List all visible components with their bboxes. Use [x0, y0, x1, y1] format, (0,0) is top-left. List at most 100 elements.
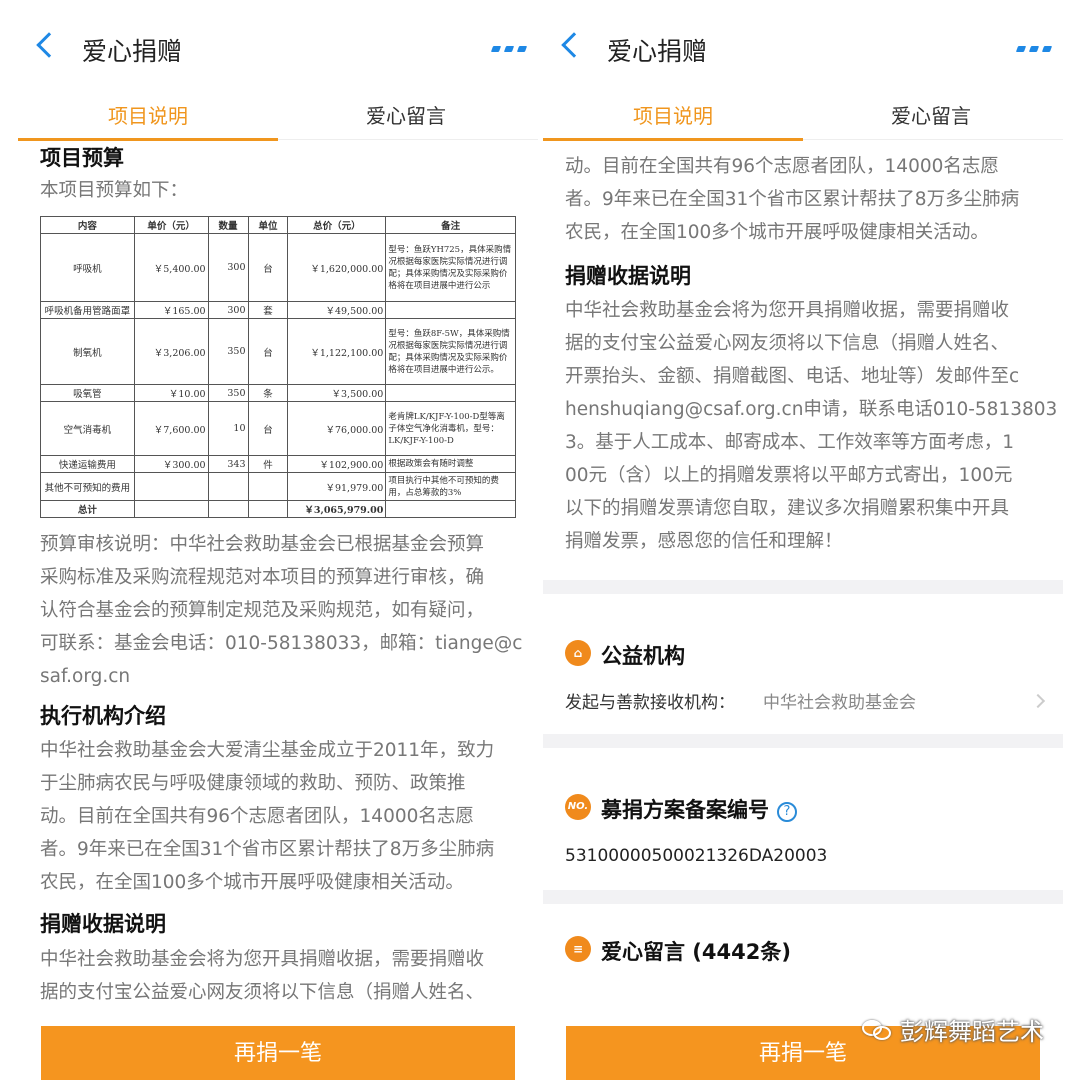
table-cell: ￥91,979.00 [287, 472, 387, 501]
table-cell: 呼吸机备用管路面罩 [40, 301, 135, 319]
table-row: 快递运输费用 ￥300.00 343 件 ￥102,900.00 根据政策会有随… [40, 455, 516, 473]
charity-org-section[interactable]: ⌂ 公益机构 发起与善款接收机构： 中华社会救助基金会 [543, 620, 1063, 730]
number-badge-icon: NO. [565, 794, 591, 820]
budget-table: 内容 单价（元） 数量 单位 总价（元） 备注 呼吸机 ￥5,400.00 30… [40, 216, 516, 518]
table-cell: 型号：鱼跃8F-5W，具体采购情况根据每家医院实际情况进行调配；具体采购情况及实… [385, 318, 516, 385]
table-cell: 件 [247, 455, 289, 473]
back-chevron-icon[interactable] [36, 32, 62, 58]
receipt-text: 中华社会救助基金会将为您开具捐赠收据，需要捐赠收 据的支付宝公益爱心网友须将以下… [565, 294, 1059, 558]
tab-project-description[interactable]: 项目说明 [633, 100, 713, 129]
total-label: 总计 [40, 500, 135, 518]
receipt-title: 捐赠收据说明 [565, 264, 691, 288]
tab-bar: 项目说明 爱心留言 [543, 88, 1063, 141]
text-line: 农民，在全国100多个城市开展呼吸健康相关活动。 [565, 222, 989, 243]
section-divider [543, 734, 1063, 748]
help-question-icon[interactable]: ? [777, 802, 797, 822]
audit-description: 预算审核说明：中华社会救助基金会已根据基金会预算 采购标准及采购流程规范对本项目… [40, 528, 530, 693]
table-cell [133, 472, 209, 501]
table-row: 吸氧管 ￥10.00 350 条 ￥3,500.00 [40, 384, 516, 402]
text-line: 据的支付宝公益爱心网友须将以下信息（捐赠人姓名、 [40, 982, 485, 1003]
text-line: 者。9年来已在全国31个省市区累计帮扶了8万多尘肺病 [40, 839, 495, 860]
budget-intro: 本项目预算如下： [40, 180, 189, 201]
table-cell [385, 500, 516, 518]
text-line: 捐赠发票，感恩您的信任和理解！ [565, 531, 843, 552]
text-line: 可联系：基金会电话：010-58138033，邮箱：tiange@c [40, 633, 523, 654]
text-line: 农民，在全国100多个城市开展呼吸健康相关活动。 [40, 872, 464, 893]
text-line: 3。基于人工成本、邮寄成本、工作效率等方面考虑，1 [565, 432, 1015, 453]
table-cell: ￥3,500.00 [287, 384, 387, 402]
more-dots-icon[interactable] [490, 46, 528, 54]
active-tab-indicator [543, 138, 803, 141]
table-cell: 台 [247, 233, 289, 302]
table-cell [385, 384, 516, 402]
table-cell [247, 500, 289, 518]
table-row: 制氧机 ￥3,206.00 350 台 ￥1,122,100.00 型号：鱼跃8… [40, 318, 516, 385]
text-line: 预算审核说明：中华社会救助基金会已根据基金会预算 [40, 534, 485, 555]
watermark: 彭辉舞蹈艺术 [862, 1012, 1044, 1047]
table-header: 内容 [40, 216, 135, 234]
text-line: 认符合基金会的预算制定规范及采购规范，如有疑问， [40, 600, 485, 621]
table-cell: 型号：鱼跃YH725，具体采购情况根据每家医院实际情况进行调配；具体采购情况及实… [385, 233, 516, 302]
institution-icon: ⌂ [565, 640, 591, 666]
table-cell: 空气消毒机 [40, 401, 135, 456]
table-cell: 台 [247, 318, 289, 385]
filing-number-section: NO. 募捐方案备案编号? 53100000500021326DA20003 [543, 776, 1063, 886]
page-title: 爱心捐赠 [82, 37, 183, 66]
filing-number: 53100000500021326DA20003 [565, 846, 828, 866]
table-cell: ￥76,000.00 [287, 401, 387, 456]
org-label: 发起与善款接收机构： [565, 693, 735, 713]
more-dots-icon[interactable] [1015, 46, 1053, 54]
text-line: saf.org.cn [40, 666, 131, 687]
table-header: 备注 [385, 216, 516, 234]
filing-title-wrap: 募捐方案备案编号? [601, 794, 797, 824]
messages-section[interactable]: ≡ 爱心留言 (4442条) [543, 930, 1063, 990]
table-cell: 350 [207, 318, 249, 385]
table-header: 总价（元） [287, 216, 387, 234]
table-cell: ￥49,500.00 [287, 301, 387, 319]
table-total-row: 总计 ￥3,065,979.00 [40, 500, 516, 518]
table-header: 数量 [207, 216, 249, 234]
table-row: 呼吸机备用管路面罩 ￥165.00 300 套 ￥49,500.00 [40, 301, 516, 319]
table-cell: 条 [247, 384, 289, 402]
table-cell: 套 [247, 301, 289, 319]
text-line: 据的支付宝公益爱心网友须将以下信息（捐赠人姓名、 [565, 333, 1010, 354]
right-screen: 爱心捐赠 项目说明 爱心留言 动。目前在全国共有96个志愿者团队，14000名志… [543, 0, 1063, 1080]
table-header-row: 内容 单价（元） 数量 单位 总价（元） 备注 [40, 216, 516, 234]
org-intro-text-continued: 动。目前在全国共有96个志愿者团队，14000名志愿 者。9年来已在全国31个省… [565, 150, 1059, 249]
table-cell [247, 472, 289, 501]
org-value: 中华社会救助基金会 [763, 693, 916, 713]
table-row: 空气消毒机 ￥7,600.00 10 台 ￥76,000.00 老肯牌LK/KJ… [40, 401, 516, 456]
text-line: 00元（含）以上的捐赠发票将以平邮方式寄出，100元 [565, 465, 1013, 486]
budget-title: 项目预算 [40, 146, 124, 170]
tab-messages[interactable]: 爱心留言 [891, 100, 971, 129]
table-cell [385, 301, 516, 319]
text-line: 动。目前在全国共有96个志愿者团队，14000名志愿 [565, 156, 999, 177]
donate-again-button[interactable]: 再捐一笔 [41, 1026, 515, 1080]
table-cell: 300 [207, 301, 249, 319]
table-cell: ￥102,900.00 [287, 455, 387, 473]
tab-project-description[interactable]: 项目说明 [108, 100, 188, 129]
text-line: 者。9年来已在全国31个省市区累计帮扶了8万多尘肺病 [565, 189, 1020, 210]
table-cell: ￥1,620,000.00 [287, 233, 387, 302]
table-cell: 快递运输费用 [40, 455, 135, 473]
back-chevron-icon[interactable] [561, 32, 587, 58]
table-cell: ￥1,122,100.00 [287, 318, 387, 385]
text-line: 以下的捐赠发票请您自取，建议多次捐赠累积集中开具 [565, 498, 1010, 519]
table-cell: 350 [207, 384, 249, 402]
table-header: 单价（元） [133, 216, 209, 234]
receipt-text: 中华社会救助基金会将为您开具捐赠收据，需要捐赠收 据的支付宝公益爱心网友须将以下… [40, 943, 530, 1009]
table-row: 其他不可预知的费用 ￥91,979.00 项目执行中其他不可预知的费用，占总筹款… [40, 472, 516, 501]
table-cell: ￥5,400.00 [133, 233, 209, 302]
text-line: 中华社会救助基金会大爱清尘基金成立于2011年，致力 [40, 740, 495, 761]
wechat-logo-icon [862, 1018, 894, 1042]
active-tab-indicator [18, 138, 278, 141]
charity-org-title: 公益机构 [601, 644, 685, 668]
table-cell: 老肯牌LK/KJF-Y-100-D型等离子体空气净化消毒机，型号：LK/KJF-… [385, 401, 516, 456]
text-line: henshuqiang@csaf.org.cn申请，联系电话010-581380… [565, 399, 1058, 420]
org-intro-text: 中华社会救助基金会大爱清尘基金成立于2011年，致力 于尘肺病农民与呼吸健康领域… [40, 734, 530, 899]
tab-messages[interactable]: 爱心留言 [366, 100, 446, 129]
text-line: 开票抬头、金额、捐赠截图、电话、地址等）发邮件至c [565, 366, 1020, 387]
table-cell: 10 [207, 401, 249, 456]
table-cell: 根据政策会有随时调整 [385, 455, 516, 473]
table-cell: 吸氧管 [40, 384, 135, 402]
